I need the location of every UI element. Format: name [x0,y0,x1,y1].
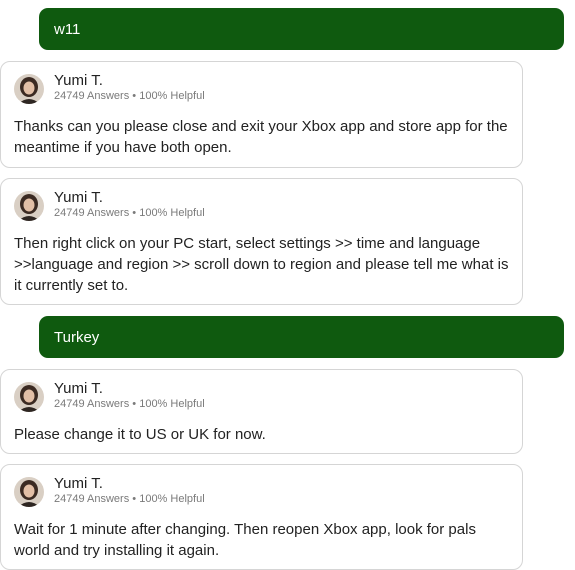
expert-stats: 24749 Answers • 100% Helpful [54,397,205,412]
expert-header: Yumi T. 24749 Answers • 100% Helpful [14,72,510,108]
avatar-photo-icon [14,74,44,104]
expert-header: Yumi T. 24749 Answers • 100% Helpful [14,189,510,225]
stats-separator: • [132,493,137,505]
expert-helpful: 100% Helpful [139,398,205,410]
expert-message-text: Please change it to US or UK for now. [14,426,266,443]
expert-stats: 24749 Answers • 100% Helpful [54,206,205,221]
expert-message-text: Wait for 1 minute after changing. Then r… [14,521,476,559]
expert-answers: 24749 Answers [54,398,130,410]
expert-name: Yumi T. [54,380,103,397]
user-message: Turkey [39,316,564,358]
stats-separator: • [132,207,137,219]
expert-message-text: Thanks can you please close and exit you… [14,118,508,156]
expert-header: Yumi T. 24749 Answers • 100% Helpful [14,380,510,416]
expert-name: Yumi T. [54,475,103,492]
expert-answers: 24749 Answers [54,90,130,102]
stats-separator: • [132,90,137,102]
expert-name: Yumi T. [54,189,103,206]
avatar-photo-icon [14,382,44,412]
avatar-photo-icon [14,191,44,221]
expert-header: Yumi T. 24749 Answers • 100% Helpful [14,475,510,511]
expert-stats: 24749 Answers • 100% Helpful [54,492,205,507]
expert-message: Yumi T. 24749 Answers • 100% Helpful The… [0,178,523,305]
expert-answers: 24749 Answers [54,207,130,219]
expert-name: Yumi T. [54,72,103,89]
expert-message-text: Then right click on your PC start, selec… [14,235,509,294]
expert-info: Yumi T. 24749 Answers • 100% Helpful [54,475,205,507]
expert-helpful: 100% Helpful [139,493,205,505]
avatar [14,382,44,412]
stats-separator: • [132,398,137,410]
avatar [14,74,44,104]
expert-info: Yumi T. 24749 Answers • 100% Helpful [54,189,205,221]
expert-helpful: 100% Helpful [139,90,205,102]
user-message-text: w11 [54,20,81,38]
expert-message: Yumi T. 24749 Answers • 100% Helpful Ple… [0,369,523,454]
expert-info: Yumi T. 24749 Answers • 100% Helpful [54,72,205,104]
avatar [14,477,44,507]
expert-helpful: 100% Helpful [139,207,205,219]
avatar-photo-icon [14,477,44,507]
user-message-text: Turkey [54,328,100,346]
expert-message: Yumi T. 24749 Answers • 100% Helpful Wai… [0,464,523,570]
chat-thread: w11 Yumi T. 24749 Answers • 100% Helpful… [0,0,575,570]
expert-info: Yumi T. 24749 Answers • 100% Helpful [54,380,205,412]
user-message: w11 [39,8,564,50]
expert-answers: 24749 Answers [54,493,130,505]
expert-message: Yumi T. 24749 Answers • 100% Helpful Tha… [0,61,523,168]
avatar [14,191,44,221]
expert-stats: 24749 Answers • 100% Helpful [54,89,205,104]
